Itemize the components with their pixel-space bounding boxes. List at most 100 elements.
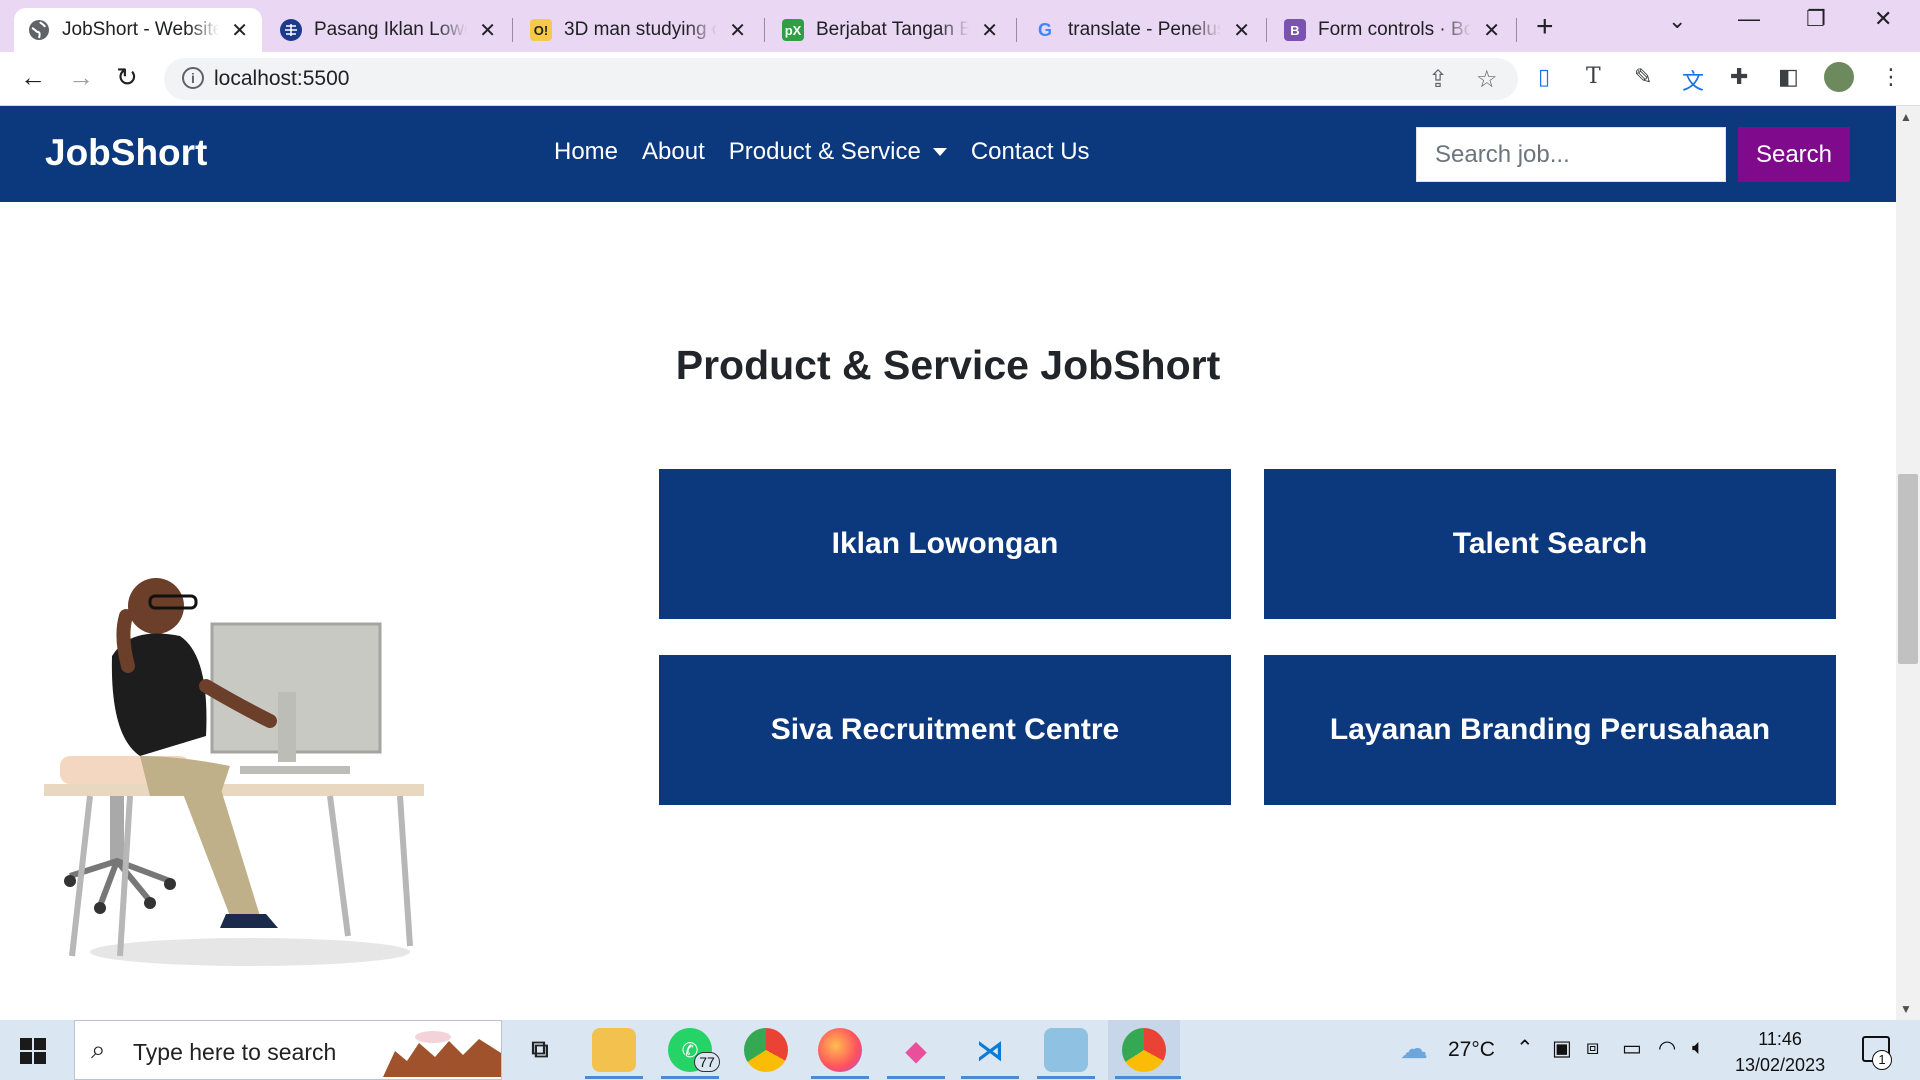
profile-avatar[interactable] xyxy=(1824,62,1854,92)
chrome-icon[interactable] xyxy=(744,1028,788,1072)
scroll-up-icon[interactable]: ▲ xyxy=(1900,110,1912,124)
tab-title: Berjabat Tangan Bisnis xyxy=(816,19,970,40)
scrollbar-thumb[interactable] xyxy=(1898,474,1918,664)
globe-icon xyxy=(28,19,50,41)
tab-divider xyxy=(512,18,513,42)
service-card-layanan-branding[interactable]: Layanan Branding Perusahaan xyxy=(1264,655,1836,805)
site-brand[interactable]: JobShort xyxy=(45,132,207,174)
running-indicator xyxy=(887,1076,945,1079)
minimize-icon[interactable]: — xyxy=(1738,6,1760,32)
search-highlight-art xyxy=(383,1031,501,1077)
info-icon[interactable]: i xyxy=(182,67,204,89)
pexels-icon: pX xyxy=(782,19,804,41)
scroll-down-icon[interactable]: ▼ xyxy=(1900,1002,1912,1016)
wifi-icon[interactable]: ◠ xyxy=(1658,1036,1676,1061)
main-menu: Home About Product & Service Contact Us xyxy=(554,138,1090,166)
system-clock[interactable]: 11:46 13/02/2023 xyxy=(1735,1026,1825,1078)
close-icon[interactable]: ✕ xyxy=(231,18,248,43)
running-indicator xyxy=(1115,1076,1181,1079)
man-at-computer-illustration xyxy=(44,578,424,966)
forward-arrow-icon[interactable]: → xyxy=(68,62,94,93)
close-window-icon[interactable]: ✕ xyxy=(1874,6,1892,32)
clock-time: 11:46 xyxy=(1758,1029,1802,1049)
vscode-icon[interactable]: ⋊ xyxy=(968,1028,1012,1072)
volume-icon[interactable]: 🔈︎ xyxy=(1692,1036,1705,1060)
google-icon: G xyxy=(1037,19,1052,40)
chrome-profile-icon[interactable] xyxy=(1122,1028,1166,1072)
tab-divider xyxy=(1516,18,1517,42)
nav-product-service-label: Product & Service xyxy=(728,138,921,165)
service-card-talent-search[interactable]: Talent Search xyxy=(1264,469,1836,619)
app-diamond-icon[interactable]: ◆ xyxy=(894,1028,938,1072)
windows-start-icon[interactable] xyxy=(20,1038,46,1064)
close-icon[interactable]: ✕ xyxy=(1483,18,1500,43)
tab-jobshort[interactable]: JobShort - Website ✕ xyxy=(14,8,262,52)
extension-text-icon[interactable]: T xyxy=(1586,64,1601,89)
o-exclaim-icon: O! xyxy=(530,19,552,41)
close-icon[interactable]: ✕ xyxy=(479,18,496,43)
windows-taskbar: ⌕ Type here to search ⧉ ✆ 77 ◆ ⋊ ☁ 27°C … xyxy=(0,1020,1920,1080)
tab-bootstrap[interactable]: B Form controls · Bootstrap ✕ xyxy=(1270,8,1514,52)
battery-icon[interactable]: ▭ xyxy=(1622,1036,1642,1061)
service-card-siva-recruitment[interactable]: Siva Recruitment Centre xyxy=(659,655,1231,805)
tab-pasang-iklan[interactable]: Pasang Iklan Lowongan ✕ xyxy=(266,8,510,52)
task-view-icon[interactable]: ⧉ xyxy=(518,1028,562,1072)
taskbar-search-box[interactable]: ⌕ Type here to search xyxy=(74,1020,502,1080)
tab-berjabat-tangan[interactable]: pX Berjabat Tangan Bisnis ✕ xyxy=(768,8,1012,52)
firefox-icon[interactable] xyxy=(818,1028,862,1072)
close-icon[interactable]: ✕ xyxy=(981,18,998,43)
bookmark-star-icon[interactable]: ☆ xyxy=(1476,65,1498,94)
search-icon: ⌕ xyxy=(91,1034,106,1064)
tab-3d-man[interactable]: O! 3D man studying on ✕ xyxy=(516,8,760,52)
section-title: Product & Service JobShort xyxy=(675,342,1221,388)
page-viewport: JobShort Home About Product & Service Co… xyxy=(0,106,1920,1020)
browser-toolbar: ← → ↻ i localhost:5500 ⇪ ☆ ▯ T ✎ 文 ✚ ◧ ⋮ xyxy=(0,52,1920,106)
tab-search-chevron-icon[interactable]: ⌄ xyxy=(1668,8,1686,34)
translate-icon[interactable]: 文 xyxy=(1682,64,1704,96)
restore-icon[interactable]: ❐ xyxy=(1806,6,1826,32)
kebab-menu-icon[interactable]: ⋮ xyxy=(1880,64,1902,90)
running-indicator xyxy=(811,1076,869,1079)
site-icon xyxy=(280,19,302,41)
tab-divider xyxy=(1016,18,1017,42)
address-bar[interactable]: i localhost:5500 ⇪ ☆ xyxy=(164,58,1518,100)
weather-temperature[interactable]: 27°C xyxy=(1448,1038,1495,1062)
notification-badge: 1 xyxy=(1872,1050,1892,1070)
close-icon[interactable]: ✕ xyxy=(1233,18,1250,43)
running-indicator xyxy=(961,1076,1019,1079)
share-icon[interactable]: ⇪ xyxy=(1428,65,1448,94)
puzzle-extensions-icon[interactable]: ✚ xyxy=(1730,64,1748,90)
tab-title: translate - Penelusuran xyxy=(1068,19,1221,40)
tab-title: JobShort - Website xyxy=(62,19,220,40)
file-explorer-icon[interactable] xyxy=(592,1028,636,1072)
close-icon[interactable]: ✕ xyxy=(729,18,746,43)
site-navbar: JobShort Home About Product & Service Co… xyxy=(0,106,1896,202)
reload-icon[interactable]: ↻ xyxy=(116,62,138,93)
service-card-iklan-lowongan[interactable]: Iklan Lowongan xyxy=(659,469,1231,619)
url-text[interactable]: localhost:5500 xyxy=(214,67,349,91)
back-arrow-icon[interactable]: ← xyxy=(20,62,46,93)
nav-product-service-dropdown[interactable]: Product & Service xyxy=(729,138,947,166)
whatsapp-badge: 77 xyxy=(694,1052,720,1072)
weather-cloud-icon[interactable]: ☁ xyxy=(1400,1032,1428,1065)
running-indicator xyxy=(1037,1076,1095,1079)
notes-app-icon[interactable] xyxy=(1044,1028,1088,1072)
tab-divider xyxy=(764,18,765,42)
running-indicator xyxy=(585,1076,643,1079)
job-search-input[interactable] xyxy=(1416,127,1726,182)
extension-book-icon[interactable]: ▯ xyxy=(1538,64,1550,90)
new-tab-icon[interactable]: + xyxy=(1536,10,1554,44)
chevron-up-icon[interactable]: ⌃ xyxy=(1516,1036,1534,1061)
tab-title: 3D man studying on xyxy=(564,19,718,40)
nav-contact[interactable]: Contact Us xyxy=(971,138,1090,166)
tab-translate[interactable]: G translate - Penelusuran ✕ xyxy=(1020,8,1264,52)
meet-now-icon[interactable]: ▣ xyxy=(1552,1036,1572,1061)
screen-capture-icon[interactable]: ⧈ xyxy=(1586,1036,1599,1060)
extension-pen-icon[interactable]: ✎ xyxy=(1634,64,1652,90)
taskbar-search-placeholder: Type here to search xyxy=(133,1039,337,1065)
search-button[interactable]: Search xyxy=(1738,127,1850,182)
nav-about[interactable]: About xyxy=(642,138,705,166)
running-indicator xyxy=(661,1076,719,1079)
nav-home[interactable]: Home xyxy=(554,138,618,166)
side-panel-icon[interactable]: ◧ xyxy=(1778,64,1799,90)
